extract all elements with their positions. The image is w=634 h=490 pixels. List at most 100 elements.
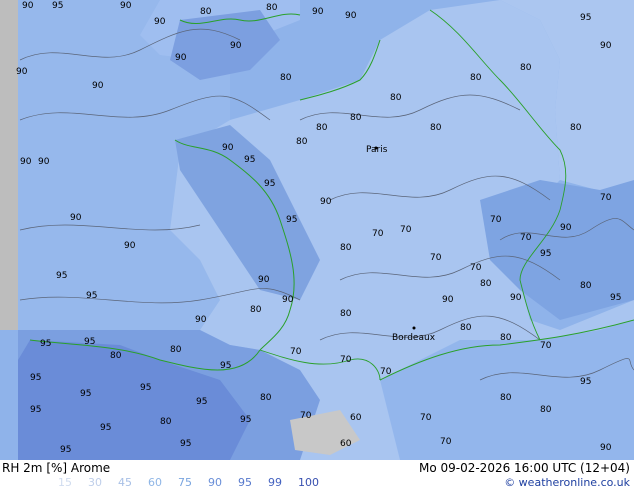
- contour-label: 90: [124, 241, 136, 251]
- contour-label: 95: [220, 361, 231, 371]
- city-label-bordeaux: Bordeaux: [392, 333, 436, 343]
- contour-label: 80: [430, 123, 442, 133]
- contour-label: 80: [316, 123, 328, 133]
- contour-label: 95: [86, 291, 97, 301]
- contour-label: 80: [110, 351, 122, 361]
- contour-label: 80: [340, 243, 352, 253]
- contour-label: 90: [22, 1, 34, 11]
- contour-label: 90: [282, 295, 294, 305]
- contour-label: 80: [500, 393, 512, 403]
- contour-label: 95: [56, 271, 67, 281]
- contour-label: 70: [420, 413, 432, 423]
- contour-label: 90: [258, 275, 270, 285]
- contour-label: 80: [280, 73, 292, 83]
- contour-label: 95: [30, 405, 41, 415]
- contour-label: 80: [340, 309, 352, 319]
- contour-label: 80: [250, 305, 262, 315]
- contour-label: 90: [442, 295, 454, 305]
- contour-label: 80: [580, 281, 592, 291]
- contour-label: 80: [390, 93, 402, 103]
- contour-label: 70: [520, 233, 532, 243]
- weather-map: 90 95 90 90 80 80 90 90 90 90 90 90 80 9…: [0, 0, 634, 460]
- contour-label: 70: [380, 367, 392, 377]
- contour-label: 90: [230, 41, 242, 51]
- contour-label: 95: [196, 397, 207, 407]
- contour-label: 90: [510, 293, 522, 303]
- contour-label: 70: [290, 347, 302, 357]
- contour-label: 70: [430, 253, 442, 263]
- contour-label: 70: [340, 355, 352, 365]
- legend-value: 45: [118, 476, 132, 489]
- contour-label: 80: [260, 393, 272, 403]
- legend-value: 100: [298, 476, 319, 489]
- legend-value: 99: [268, 476, 282, 489]
- contour-label: 95: [540, 249, 551, 259]
- contour-label: 70: [600, 193, 612, 203]
- contour-label: 70: [490, 215, 502, 225]
- contour-label: 90: [92, 81, 104, 91]
- contour-label: 90: [222, 143, 234, 153]
- contour-label: 90: [195, 315, 207, 325]
- city-label-paris: Paris: [366, 145, 388, 155]
- contour-label: 95: [264, 179, 275, 189]
- contour-label: 95: [180, 439, 191, 449]
- contour-label: 90: [175, 53, 187, 63]
- map-title: RH 2m [%] Arome: [2, 461, 111, 475]
- legend-value: 90: [208, 476, 222, 489]
- contour-label: 95: [580, 377, 591, 387]
- legend-value: 75: [178, 476, 192, 489]
- contour-label: 95: [100, 423, 111, 433]
- credit-link[interactable]: © weatheronline.co.uk: [504, 476, 630, 489]
- contour-label: 95: [40, 339, 51, 349]
- contour-label: 90: [600, 443, 612, 453]
- contour-label: 90: [154, 17, 166, 27]
- contour-label: 70: [440, 437, 452, 447]
- contour-label: 60: [340, 439, 352, 449]
- contour-label: 90: [120, 1, 132, 11]
- contour-label: 95: [610, 293, 621, 303]
- contour-label: 80: [296, 137, 308, 147]
- contour-label: 80: [170, 345, 182, 355]
- map-footer: RH 2m [%] Arome Mo 09-02-2026 16:00 UTC …: [0, 460, 634, 490]
- contour-label: 80: [520, 63, 532, 73]
- contour-label: 95: [580, 13, 591, 23]
- contour-label: 95: [240, 415, 251, 425]
- contour-label: 90: [320, 197, 332, 207]
- contour-label: 90: [16, 67, 28, 77]
- contour-label: 90: [20, 157, 32, 167]
- contour-label: 70: [400, 225, 412, 235]
- contour-label: 90: [600, 41, 612, 51]
- contour-label: 95: [84, 337, 95, 347]
- contour-label: 90: [312, 7, 324, 17]
- contour-label: 95: [52, 1, 63, 11]
- contour-label: 90: [70, 213, 82, 223]
- city-marker-bordeaux: [412, 326, 416, 330]
- contour-label: 80: [460, 323, 472, 333]
- contour-label: 95: [244, 155, 255, 165]
- contour-label: 95: [286, 215, 297, 225]
- legend-value: 60: [148, 476, 162, 489]
- contour-label: 95: [140, 383, 151, 393]
- contour-label: 80: [350, 113, 362, 123]
- contour-label: 90: [345, 11, 357, 21]
- legend-value: 95: [238, 476, 252, 489]
- contour-label: 80: [540, 405, 552, 415]
- contour-label: 95: [60, 445, 71, 455]
- contour-label: 95: [30, 373, 41, 383]
- contour-label: 80: [470, 73, 482, 83]
- contour-label: 80: [160, 417, 172, 427]
- contour-label: 70: [300, 411, 312, 421]
- contour-label: 95: [80, 389, 91, 399]
- contour-label: 60: [350, 413, 362, 423]
- contour-label: 80: [200, 7, 212, 17]
- contour-label: 70: [540, 341, 552, 351]
- contour-label: 80: [500, 333, 512, 343]
- contour-label: 90: [560, 223, 572, 233]
- contour-label: 90: [38, 157, 50, 167]
- contour-label: 80: [266, 3, 278, 13]
- grey-margin: [0, 0, 18, 330]
- contour-label: 80: [480, 279, 492, 289]
- legend-value: 15: [58, 476, 72, 489]
- contour-label: 70: [372, 229, 384, 239]
- contour-label: 80: [570, 123, 582, 133]
